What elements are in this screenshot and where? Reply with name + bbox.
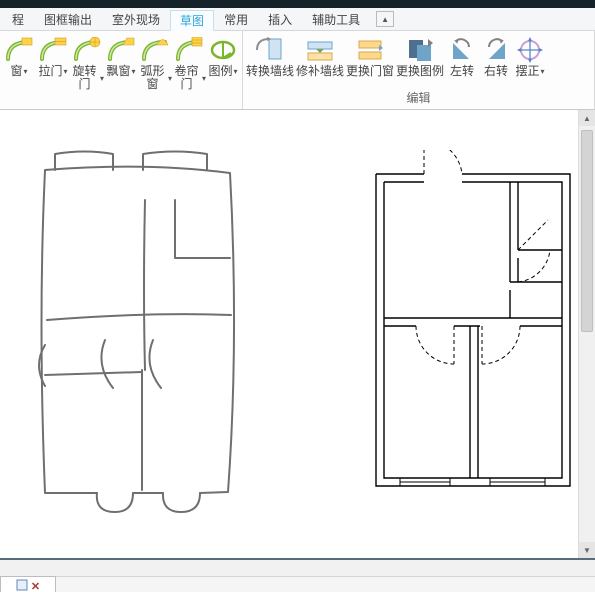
rolling-door[interactable]: 卷帘门▾: [172, 33, 206, 91]
revolving-door-icon: [72, 35, 102, 65]
dropdown-arrow-icon: ▾: [64, 65, 68, 78]
legend-tool[interactable]: 图例▾: [206, 33, 240, 78]
replace-legend-icon: [405, 35, 435, 65]
replace-legend-label: 更换图例: [396, 65, 444, 78]
panel-strip-1: [0, 560, 595, 577]
bay-window-icon: [106, 35, 136, 65]
repair-wall[interactable]: 修补墙线: [295, 33, 345, 78]
sketch-raw: [25, 140, 255, 520]
bottom-panel: ✕: [0, 558, 595, 592]
title-bar: [0, 0, 595, 8]
menu-item-3[interactable]: 草图: [170, 10, 214, 31]
repair-wall-label: 修补墙线: [296, 65, 344, 78]
menu-item-2[interactable]: 室外现场: [102, 9, 170, 30]
revolving-door[interactable]: 旋转门▾: [70, 33, 104, 91]
rotate-left[interactable]: 左转: [445, 33, 479, 78]
scroll-up-arrow-icon[interactable]: ▲: [579, 110, 595, 126]
arc-window-icon: [140, 35, 170, 65]
ribbon-group-draw-label: [0, 91, 242, 109]
arc-window[interactable]: 弧形窗▾: [138, 33, 172, 91]
replace-legend[interactable]: 更换图例: [395, 33, 445, 78]
ribbon-group-draw: 窗▾ 拉门▾: [0, 31, 243, 109]
panel-tab-icon: [16, 579, 28, 592]
vertical-scrollbar[interactable]: ▲ ▼: [578, 110, 595, 558]
win-tool[interactable]: 窗▾: [2, 33, 36, 78]
align-tool[interactable]: 摆正▾: [513, 33, 547, 78]
convert-wall[interactable]: 转换墙线: [245, 33, 295, 78]
sliding-door-label: 拉门: [38, 65, 62, 78]
dropdown-arrow-icon: ▾: [132, 65, 136, 78]
align-icon: [515, 35, 545, 65]
scroll-thumb[interactable]: [581, 130, 593, 332]
draw-window-icon: [4, 35, 34, 65]
panel-tab-row: ✕: [0, 577, 595, 592]
dropdown-arrow-icon: ▾: [234, 65, 238, 78]
ribbon-group-edit: 转换墙线 修补墙线: [243, 31, 595, 109]
replace-door-win-icon: [355, 35, 385, 65]
legend-icon: [208, 35, 238, 65]
rotate-left-label: 左转: [450, 65, 474, 78]
bay-window-label: 飘窗: [106, 65, 130, 78]
rotate-right-icon: [481, 35, 511, 65]
menu-bar: 程 图框输出 室外现场 草图 常用 插入 辅助工具 ▲: [0, 8, 595, 31]
revolving-door-label: 旋转门: [70, 65, 99, 91]
menu-item-0[interactable]: 程: [2, 9, 34, 30]
sliding-door[interactable]: 拉门▾: [36, 33, 70, 78]
close-icon[interactable]: ✕: [31, 580, 40, 592]
rotate-left-icon: [447, 35, 477, 65]
rolling-door-icon: [174, 35, 204, 65]
scroll-down-arrow-icon[interactable]: ▼: [579, 542, 595, 558]
replace-door-win-label: 更换门窗: [346, 65, 394, 78]
dropdown-arrow-icon: ▾: [541, 65, 545, 78]
menu-item-5[interactable]: 插入: [258, 9, 302, 30]
bay-window[interactable]: 飘窗▾: [104, 33, 138, 78]
repair-wall-icon: [305, 35, 335, 65]
sketch-converted: [370, 150, 580, 510]
drawing-canvas[interactable]: ▲ ▼: [0, 110, 595, 558]
panel-tab[interactable]: ✕: [0, 576, 56, 592]
sliding-door-icon: [38, 35, 68, 65]
legend-tool-label: 图例: [208, 65, 232, 78]
rotate-right[interactable]: 右转: [479, 33, 513, 78]
menu-item-4[interactable]: 常用: [214, 9, 258, 30]
ribbon-collapse-button[interactable]: ▲: [376, 11, 394, 27]
convert-wall-icon: [255, 35, 285, 65]
arc-window-label: 弧形窗: [138, 65, 167, 91]
ribbon: 窗▾ 拉门▾: [0, 31, 595, 110]
menu-item-6[interactable]: 辅助工具: [302, 9, 370, 30]
align-tool-label: 摆正: [515, 65, 539, 78]
rolling-door-label: 卷帘门: [172, 65, 201, 91]
win-tool-label: 窗: [10, 65, 22, 78]
ribbon-group-edit-label: 编辑: [243, 91, 594, 109]
menu-item-1[interactable]: 图框输出: [34, 9, 102, 30]
convert-wall-label: 转换墙线: [246, 65, 294, 78]
dropdown-arrow-icon: ▾: [24, 65, 28, 78]
replace-door-win[interactable]: 更换门窗: [345, 33, 395, 78]
rotate-right-label: 右转: [484, 65, 508, 78]
